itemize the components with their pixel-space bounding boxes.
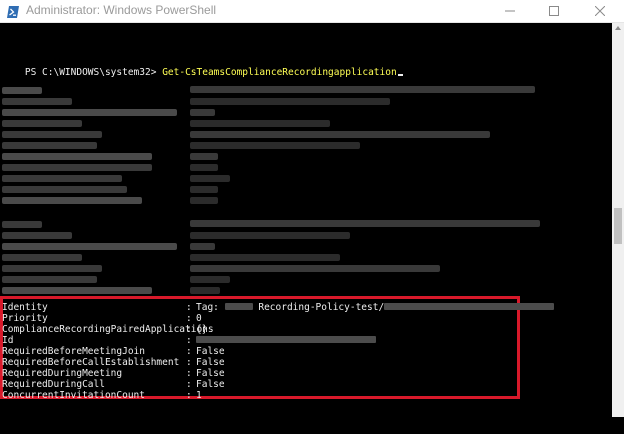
scroll-up-icon[interactable] (615, 26, 621, 30)
maximize-button[interactable] (532, 0, 576, 22)
property-value: False (196, 357, 225, 368)
minimize-button[interactable] (488, 0, 532, 22)
property-name: RequiredDuringMeeting (2, 368, 123, 379)
property-name: ConcurrentInvitationCount (2, 390, 145, 401)
property-value: Tag: Recording-Policy-test/ (196, 302, 555, 313)
property-row-before-call-establishment: RequiredBeforeCallEstablishment : False (2, 357, 225, 368)
property-value: {} (196, 324, 208, 335)
window-title: Administrator: Windows PowerShell (26, 3, 217, 17)
property-separator: : (186, 379, 192, 390)
property-separator: : (186, 324, 192, 335)
redacted-text (196, 336, 376, 343)
property-separator: : (186, 313, 192, 324)
property-value: False (196, 346, 225, 357)
prompt: PS C:\WINDOWS\system32> (24, 67, 157, 78)
property-row-during-meeting: RequiredDuringMeeting : False (2, 368, 225, 379)
property-row-priority: Priority : 0 (2, 313, 202, 324)
title-bar: Administrator: Windows PowerShell (0, 0, 624, 23)
property-value: False (196, 368, 225, 379)
property-value: 1 (196, 390, 202, 401)
property-row-concurrent-invitation-count: ConcurrentInvitationCount : 1 (2, 390, 202, 401)
property-separator: : (186, 346, 192, 357)
property-row-id: Id : (2, 335, 376, 346)
property-name: RequiredBeforeCallEstablishment (2, 357, 180, 368)
command-line: PS C:\WINDOWS\system32> Get-CsTeamsCompl… (2, 56, 403, 89)
property-separator: : (186, 390, 192, 401)
property-name: ComplianceRecordingPairedApplications (2, 324, 214, 335)
property-name: RequiredDuringCall (2, 379, 105, 390)
property-row-before-meeting-join: RequiredBeforeMeetingJoin : False (2, 346, 225, 357)
command-text: Get-CsTeamsComplianceRecordingapplicatio… (162, 67, 397, 78)
property-separator: : (186, 357, 192, 368)
redacted-text (224, 303, 253, 310)
property-separator: : (186, 302, 192, 313)
property-row-paired-applications: ComplianceRecordingPairedApplications : … (2, 324, 214, 335)
property-name: RequiredBeforeMeetingJoin (2, 346, 145, 357)
property-name: Priority (2, 313, 48, 324)
property-row-during-call: RequiredDuringCall : False (2, 379, 225, 390)
property-row-identity: Identity : Tag: Recording-Policy-test/ (2, 302, 555, 313)
vertical-scrollbar[interactable] (612, 23, 624, 417)
property-value: False (196, 379, 225, 390)
property-name: Id (2, 335, 14, 346)
maximize-icon (549, 6, 559, 16)
property-separator: : (186, 335, 192, 346)
close-icon (595, 6, 605, 16)
property-name: Identity (2, 302, 48, 313)
property-value (196, 335, 376, 346)
minimize-icon (505, 10, 515, 12)
redacted-text (384, 303, 555, 310)
text-cursor (397, 74, 403, 76)
powershell-icon (6, 4, 20, 18)
scrollbar-thumb[interactable] (614, 208, 622, 244)
property-separator: : (186, 368, 192, 379)
close-button[interactable] (578, 0, 622, 22)
property-value: 0 (196, 313, 202, 324)
